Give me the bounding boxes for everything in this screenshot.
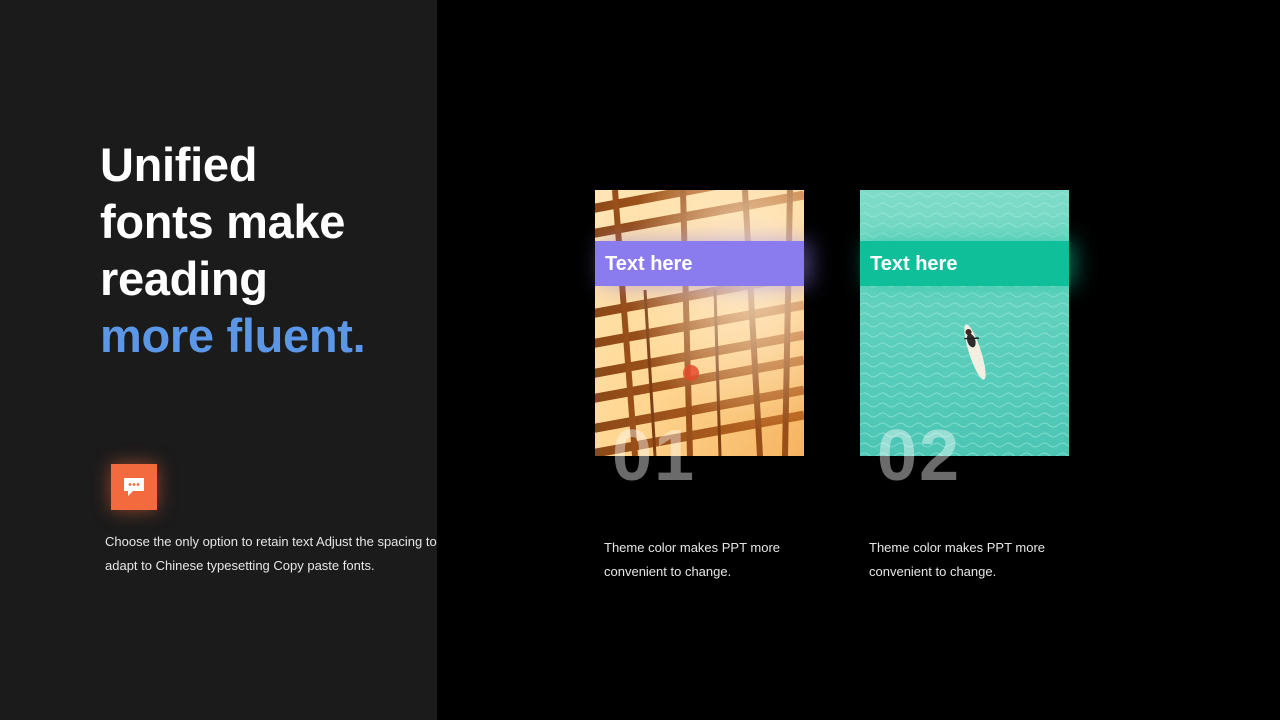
headline-line-2: fonts make bbox=[100, 195, 346, 248]
card-2-label-bar: Text here bbox=[860, 241, 1069, 286]
slide: Unified fonts make reading more fluent. … bbox=[0, 0, 1280, 720]
headline-line-3: reading bbox=[100, 252, 268, 305]
left-panel: Unified fonts make reading more fluent. … bbox=[0, 0, 437, 720]
intro-text: Choose the only option to retain text Ad… bbox=[105, 534, 437, 573]
card-2-number: 02 bbox=[877, 416, 962, 496]
card-2-label: Text here bbox=[870, 253, 958, 275]
headline-line-1: Unified bbox=[100, 138, 258, 191]
headline: Unified fonts make reading more fluent. bbox=[100, 136, 366, 364]
card-1-label: Text here bbox=[605, 253, 693, 275]
headline-accent-line: more fluent. bbox=[100, 309, 366, 362]
card-1-caption: Theme color makes PPT more convenient to… bbox=[604, 540, 781, 579]
card-1-number: 01 bbox=[612, 416, 697, 496]
chat-bubble-icon bbox=[124, 478, 144, 496]
chat-badge bbox=[111, 464, 157, 510]
card-2-caption: Theme color makes PPT more convenient to… bbox=[869, 540, 1046, 579]
card-1-label-bar: Text here bbox=[595, 241, 804, 286]
